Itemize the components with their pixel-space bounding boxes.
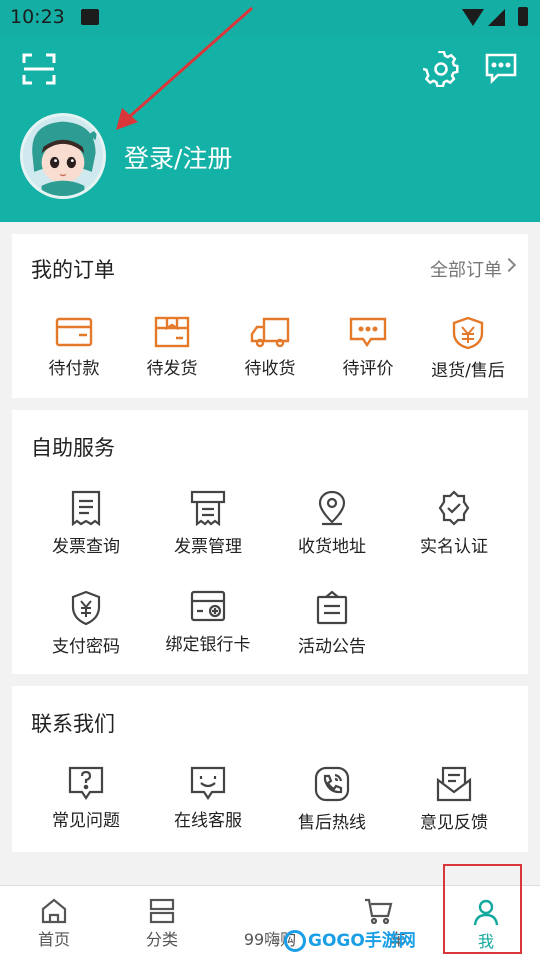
activity-announcement[interactable]: 活动公告 — [282, 590, 382, 657]
order-label: 待评价 — [342, 359, 394, 379]
nav-label: 分类 — [145, 930, 178, 949]
scan-icon[interactable] — [22, 52, 56, 86]
phone-icon — [314, 766, 350, 802]
contact-label: 意见反馈 — [420, 813, 488, 833]
package-icon — [154, 316, 190, 348]
question-icon — [68, 766, 104, 800]
wallet-icon — [55, 317, 93, 347]
service-label: 绑定银行卡 — [165, 635, 251, 655]
watermark-text: GOGO手游网 — [308, 931, 416, 951]
gear-icon[interactable] — [423, 51, 459, 87]
bind-bank-card[interactable]: 绑定银行卡 — [158, 590, 258, 655]
all-orders-link[interactable]: 全部订单 — [430, 256, 502, 282]
service-label: 收货地址 — [298, 537, 366, 557]
bank-card-icon — [190, 590, 226, 622]
battery-icon — [518, 7, 528, 26]
wifi-icon — [462, 9, 484, 26]
verified-badge-icon — [438, 490, 470, 526]
contact-card: 联系我们 常见问题 在线客服 售后热线 意见反馈 — [12, 686, 528, 852]
nav-category[interactable]: 分类 — [108, 886, 216, 960]
status-bar: 10:23 — [0, 0, 540, 36]
contact-label: 常见问题 — [52, 811, 120, 831]
login-register-link[interactable]: 登录/注册 — [124, 139, 232, 175]
location-icon — [318, 490, 346, 526]
nav-label: 首页 — [37, 930, 70, 949]
service-label: 发票管理 — [174, 537, 242, 557]
image-notification-icon — [81, 9, 99, 25]
truck-icon — [250, 317, 290, 348]
comment-icon — [349, 317, 387, 348]
chevron-right-icon[interactable] — [501, 257, 517, 273]
invoice-icon — [71, 490, 101, 526]
watermark: GOGO手游网 — [284, 926, 416, 952]
cart-icon — [365, 898, 393, 924]
signal-icon — [488, 9, 505, 26]
faq[interactable]: 常见问题 — [36, 766, 136, 831]
status-time: 10:23 — [10, 6, 65, 28]
invoice-manage-icon — [190, 490, 226, 526]
service-label: 实名认证 — [420, 537, 488, 557]
order-label: 退货/售后 — [431, 361, 505, 381]
announcement-icon — [316, 590, 348, 625]
after-sales-hotline[interactable]: 售后热线 — [282, 766, 382, 833]
real-name-verification[interactable]: 实名认证 — [404, 490, 504, 557]
service-label: 活动公告 — [298, 637, 366, 657]
nav-home[interactable]: 首页 — [0, 886, 108, 960]
profile-header: 登录/注册 — [0, 36, 540, 222]
orders-card: 我的订单 全部订单 待付款 待发货 待收货 待评价 退货/售后 — [12, 234, 528, 398]
payment-password[interactable]: 支付密码 — [36, 590, 136, 657]
return-shield-icon — [452, 316, 484, 350]
mail-feedback-icon — [436, 766, 472, 802]
order-label: 待付款 — [48, 359, 100, 379]
chat-face-icon — [190, 766, 226, 800]
shipping-address[interactable]: 收货地址 — [282, 490, 382, 557]
contact-label: 售后热线 — [298, 813, 366, 833]
invoice-query[interactable]: 发票查询 — [36, 490, 136, 557]
order-pending-review[interactable]: 待评价 — [318, 316, 418, 379]
home-icon — [41, 898, 67, 924]
contact-label: 在线客服 — [174, 811, 242, 831]
avatar[interactable] — [20, 113, 106, 199]
order-label: 待收货 — [244, 359, 296, 379]
service-label: 发票查询 — [52, 537, 120, 557]
contact-title: 联系我们 — [31, 712, 115, 736]
service-label: 支付密码 — [52, 637, 120, 657]
feedback[interactable]: 意见反馈 — [404, 766, 504, 833]
category-icon — [149, 898, 175, 924]
self-service-card: 自助服务 发票查询 发票管理 收货地址 实名认证 支付密码 绑定银行卡 活动公告 — [12, 410, 528, 674]
online-support[interactable]: 在线客服 — [158, 766, 258, 831]
orders-title: 我的订单 — [31, 258, 115, 282]
self-service-title: 自助服务 — [31, 436, 115, 460]
order-label: 待发货 — [146, 359, 198, 379]
order-returns[interactable]: 退货/售后 — [418, 316, 518, 381]
watermark-logo-icon — [284, 930, 306, 952]
invoice-manage[interactable]: 发票管理 — [158, 490, 258, 557]
message-icon[interactable] — [484, 52, 518, 84]
order-pending-payment[interactable]: 待付款 — [24, 316, 124, 379]
pay-shield-icon — [71, 590, 101, 626]
annotation-highlight-box — [443, 864, 522, 954]
order-pending-receipt[interactable]: 待收货 — [220, 316, 320, 379]
order-pending-shipment[interactable]: 待发货 — [122, 316, 222, 379]
